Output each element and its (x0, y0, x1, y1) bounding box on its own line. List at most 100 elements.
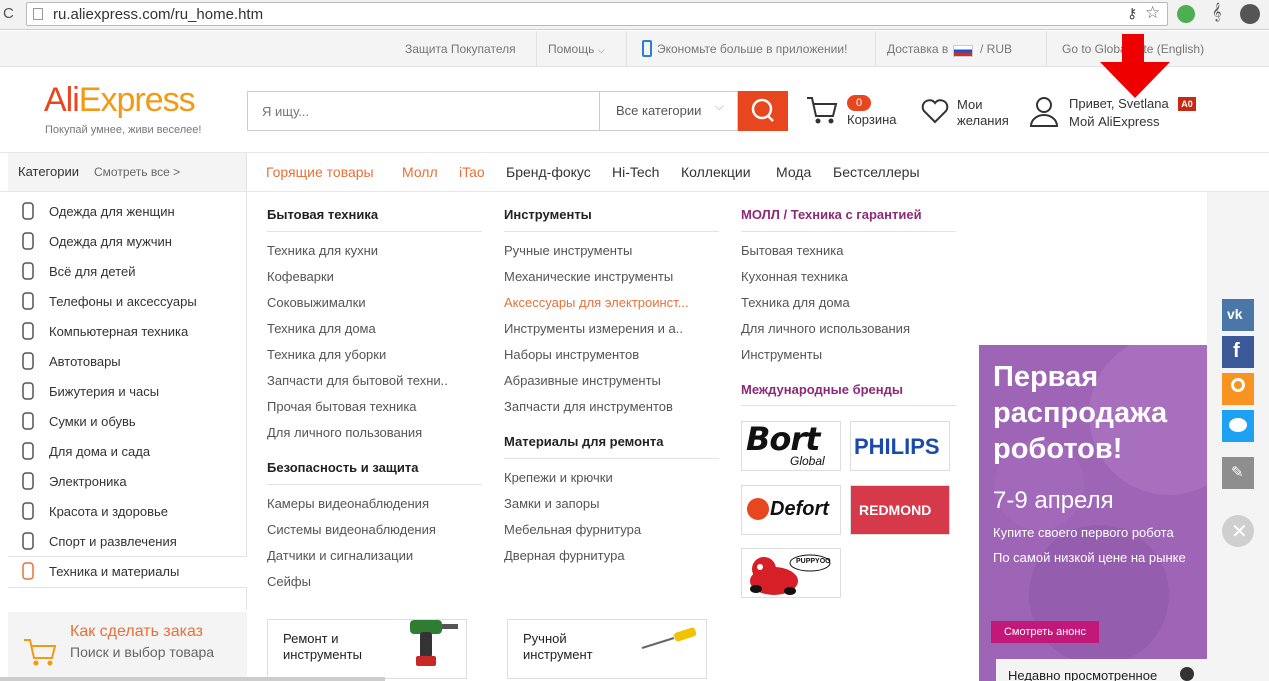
category-link[interactable]: Для личного пользования (267, 425, 422, 440)
brand-defort[interactable]: Defort (741, 485, 841, 535)
sidebar-item[interactable]: Сумки и обувь (12, 407, 244, 437)
category-link[interactable]: Инструменты (741, 347, 822, 362)
nav-itao[interactable]: iTao (459, 164, 485, 180)
repair-tools-label: Ремонт и инструменты (283, 631, 362, 662)
avatar-icon[interactable] (1240, 4, 1260, 24)
category-link[interactable]: Датчики и сигнализации (267, 548, 413, 563)
buyer-protection-link[interactable]: Защита Покупателя (405, 42, 516, 56)
category-link[interactable]: Системы видеонаблюдения (267, 522, 436, 537)
promo-banner[interactable]: Первая распродажа роботов! 7-9 апреля Ку… (979, 345, 1207, 681)
category-link[interactable]: Бытовая техника (741, 243, 843, 258)
category-link[interactable]: Запчасти для инструментов (504, 399, 673, 414)
category-link[interactable]: Наборы инструментов (504, 347, 639, 362)
category-link[interactable]: Для личного использования (741, 321, 910, 336)
logo[interactable]: AliExpress (44, 80, 196, 120)
brand-redmond[interactable]: REDMOND (850, 485, 950, 535)
category-select[interactable]: Все категории ⌵ (599, 91, 738, 131)
odnoklassniki-share-button[interactable] (1222, 373, 1254, 405)
sidebar-item[interactable]: Техника и материалы (12, 557, 244, 587)
how-to-order-box[interactable]: Как сделать заказ Поиск и выбор товара (8, 612, 247, 681)
recently-viewed-tab[interactable]: Недавно просмотренное (996, 659, 1207, 681)
extension-icon[interactable] (1177, 5, 1195, 23)
category-link[interactable]: Мебельная фурнитура (504, 522, 641, 537)
repair-tools-card[interactable]: Ремонт и инструменты (267, 619, 467, 679)
category-link[interactable]: Ручные инструменты (504, 243, 632, 258)
category-link[interactable]: Техника для дома (741, 295, 850, 310)
category-link[interactable]: Крепежи и крючки (504, 470, 613, 485)
cart-button[interactable]: 0 Корзина (805, 92, 905, 130)
sidebar-item[interactable]: Бижутерия и часы (12, 377, 244, 407)
sidebar-item[interactable]: Телефоны и аксессуары (12, 287, 244, 317)
search-box (247, 91, 599, 131)
promo-button[interactable]: Смотреть анонс (991, 621, 1099, 643)
star-icon[interactable]: ☆ (1145, 3, 1160, 23)
nav-mall[interactable]: Молл (402, 164, 438, 180)
currency-label[interactable]: / RUB (980, 42, 1012, 56)
sidebar-item[interactable]: Всё для детей (12, 257, 244, 287)
category-link[interactable]: Инструменты измерения и а.. (504, 321, 683, 336)
sidebar-item[interactable]: Одежда для женщин (12, 197, 244, 227)
twitter-share-button[interactable] (1222, 410, 1254, 442)
headphones-icon (18, 471, 38, 491)
nav-fashion[interactable]: Мода (776, 164, 811, 180)
brands-heading[interactable]: Международные бренды (741, 382, 903, 397)
brand-bort[interactable]: Bort Global (741, 421, 841, 471)
help-label: Помощь (548, 42, 595, 56)
nav-collections[interactable]: Коллекции (681, 164, 751, 180)
sidebar-item[interactable]: Красота и здоровье (12, 497, 244, 527)
search-input[interactable] (248, 92, 598, 130)
key-icon[interactable]: ⚷ (1127, 5, 1137, 22)
col1-heading[interactable]: Бытовая техника (267, 207, 378, 222)
facebook-share-button[interactable]: f (1222, 336, 1254, 368)
sidebar-item[interactable]: Спорт и развлечения (12, 527, 244, 557)
col1-heading-2[interactable]: Безопасность и защита (267, 460, 418, 475)
address-bar[interactable]: ru.aliexpress.com/ru_home.htm ⚷ ☆ (26, 2, 1168, 26)
category-link[interactable]: Кофеварки (267, 269, 334, 284)
category-link[interactable]: Камеры видеонаблюдения (267, 496, 429, 511)
delivery-selector[interactable]: Доставка в (887, 42, 948, 56)
search-button[interactable] (738, 91, 788, 131)
col2-heading[interactable]: Инструменты (504, 207, 592, 222)
category-link[interactable]: Соковыжималки (267, 295, 366, 310)
nav-brand-focus[interactable]: Бренд-фокус (506, 164, 591, 180)
sidebar-item[interactable]: Автотовары (12, 347, 244, 377)
sidebar-item-label: Спорт и развлечения (49, 534, 177, 549)
category-link[interactable]: Дверная фурнитура (504, 548, 625, 563)
category-link[interactable]: Техника для дома (267, 321, 376, 336)
music-icon[interactable]: 𝄞 (1212, 4, 1221, 22)
hand-tools-card[interactable]: Ручной инструмент (507, 619, 707, 679)
sidebar-item-label: Телефоны и аксессуары (49, 294, 197, 309)
nav-bestsellers[interactable]: Бестселлеры (833, 164, 920, 180)
sidebar-item[interactable]: Компьютерная техника (12, 317, 244, 347)
reload-icon[interactable]: C (3, 6, 19, 22)
category-link[interactable]: Замки и запоры (504, 496, 600, 511)
sidebar-item[interactable]: Одежда для мужчин (12, 227, 244, 257)
vk-share-button[interactable]: vk (1222, 299, 1254, 331)
category-link[interactable]: Аксессуары для электроинст... (504, 295, 689, 310)
shirt-icon (18, 231, 38, 251)
horizontal-scrollbar[interactable] (0, 677, 385, 681)
category-link[interactable]: Прочая бытовая техника (267, 399, 417, 414)
close-share-button[interactable]: ✕ (1222, 515, 1254, 547)
nav-hitech[interactable]: Hi-Tech (612, 164, 659, 180)
url-text: ru.aliexpress.com/ru_home.htm (53, 6, 264, 23)
sidebar-item[interactable]: Для дома и сада (12, 437, 244, 467)
col3-heading[interactable]: МОЛЛ / Техника с гарантией (741, 207, 922, 222)
category-link[interactable]: Техника для уборки (267, 347, 386, 362)
brand-puppyoo[interactable]: PUPPYOO (741, 548, 841, 598)
wishlist-button[interactable]: Мои желания (920, 95, 1020, 131)
sidebar-item[interactable]: Электроника (12, 467, 244, 497)
edit-button[interactable]: ✎ (1222, 457, 1254, 489)
col2-heading-2[interactable]: Материалы для ремонта (504, 434, 664, 449)
category-link[interactable]: Абразивные инструменты (504, 373, 661, 388)
category-link[interactable]: Кухонная техника (741, 269, 848, 284)
category-link[interactable]: Сейфы (267, 574, 311, 589)
brand-philips[interactable]: PHILIPS (850, 421, 950, 471)
nav-hot-deals[interactable]: Горящие товары (266, 164, 374, 180)
app-promo-link[interactable]: Экономьте больше в приложении! (657, 42, 847, 56)
help-menu[interactable]: Помощь ⌵ (548, 42, 605, 56)
category-link[interactable]: Техника для кухни (267, 243, 378, 258)
category-link[interactable]: Запчасти для бытовой техни.. (267, 373, 448, 388)
red-arrow-annotation (1100, 34, 1170, 98)
category-link[interactable]: Механические инструменты (504, 269, 673, 284)
